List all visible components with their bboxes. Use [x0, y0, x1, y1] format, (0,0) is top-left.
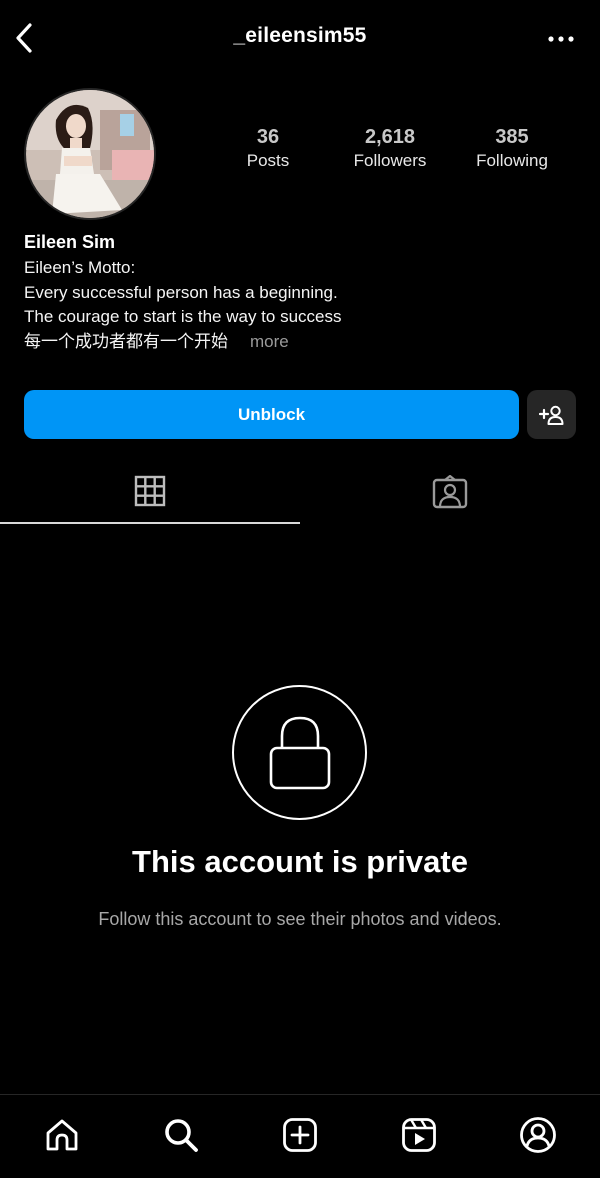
profile-screen: _eileensim55 36 Posts 2,618 Followers 38… — [0, 0, 600, 1178]
avatar[interactable] — [24, 88, 156, 220]
private-account-title: This account is private — [132, 844, 468, 879]
avatar-photo — [26, 90, 154, 218]
add-user-icon — [538, 405, 563, 425]
nav-create[interactable] — [278, 1113, 322, 1157]
stat-posts[interactable]: 36 Posts — [208, 124, 328, 172]
private-account-subtitle: Follow this account to see their photos … — [98, 909, 502, 929]
lock-icon — [269, 716, 330, 789]
stat-posts-label: Posts — [246, 151, 290, 170]
profile-stats: 36 Posts 2,618 Followers 385 Following — [208, 124, 570, 180]
nav-profile[interactable] — [516, 1113, 560, 1157]
more-options-button[interactable] — [546, 30, 576, 48]
stat-posts-count: 36 — [256, 126, 280, 148]
ellipsis-icon — [548, 36, 574, 42]
grid-icon — [134, 475, 166, 507]
bio-line: Every successful person has a beginning. — [24, 282, 338, 302]
nav-home[interactable] — [40, 1113, 84, 1157]
home-icon — [46, 1119, 78, 1151]
reels-icon — [402, 1118, 436, 1152]
profile-icon — [520, 1117, 556, 1153]
stat-followers[interactable]: 2,618 Followers — [330, 124, 450, 172]
profile-tabs — [0, 460, 600, 526]
nav-reels[interactable] — [397, 1113, 441, 1157]
bottom-nav — [0, 1094, 600, 1178]
unblock-button[interactable]: Unblock — [24, 390, 519, 439]
bio-more-link[interactable]: more — [250, 332, 289, 351]
stat-followers-label: Followers — [353, 151, 427, 170]
tagged-icon — [432, 475, 468, 509]
bio-line-last: 每一个成功者都有一个开始 more — [24, 330, 576, 355]
lock-badge — [232, 685, 367, 820]
tab-tagged[interactable] — [300, 460, 600, 524]
stat-following-count: 385 — [495, 126, 529, 148]
stat-following[interactable]: 385 Following — [452, 124, 572, 172]
add-user-button[interactable] — [527, 390, 576, 439]
bio-line: The courage to start is the way to succe… — [24, 307, 342, 326]
search-icon — [165, 1119, 198, 1152]
nav-search[interactable] — [159, 1113, 203, 1157]
profile-bio: Eileen Sim Eileen’s Motto: Every success… — [24, 228, 576, 354]
profile-username: _eileensim55 — [233, 24, 367, 47]
top-bar: _eileensim55 — [0, 0, 600, 76]
stat-followers-count: 2,618 — [364, 126, 416, 148]
create-icon — [283, 1118, 317, 1152]
bio-line-text: 每一个成功者都有一个开始 — [24, 331, 228, 351]
tab-posts-grid[interactable] — [0, 460, 300, 524]
stat-following-label: Following — [476, 151, 548, 170]
bio-line: Eileen’s Motto: — [24, 258, 136, 277]
profile-name: Eileen Sim — [24, 232, 116, 252]
